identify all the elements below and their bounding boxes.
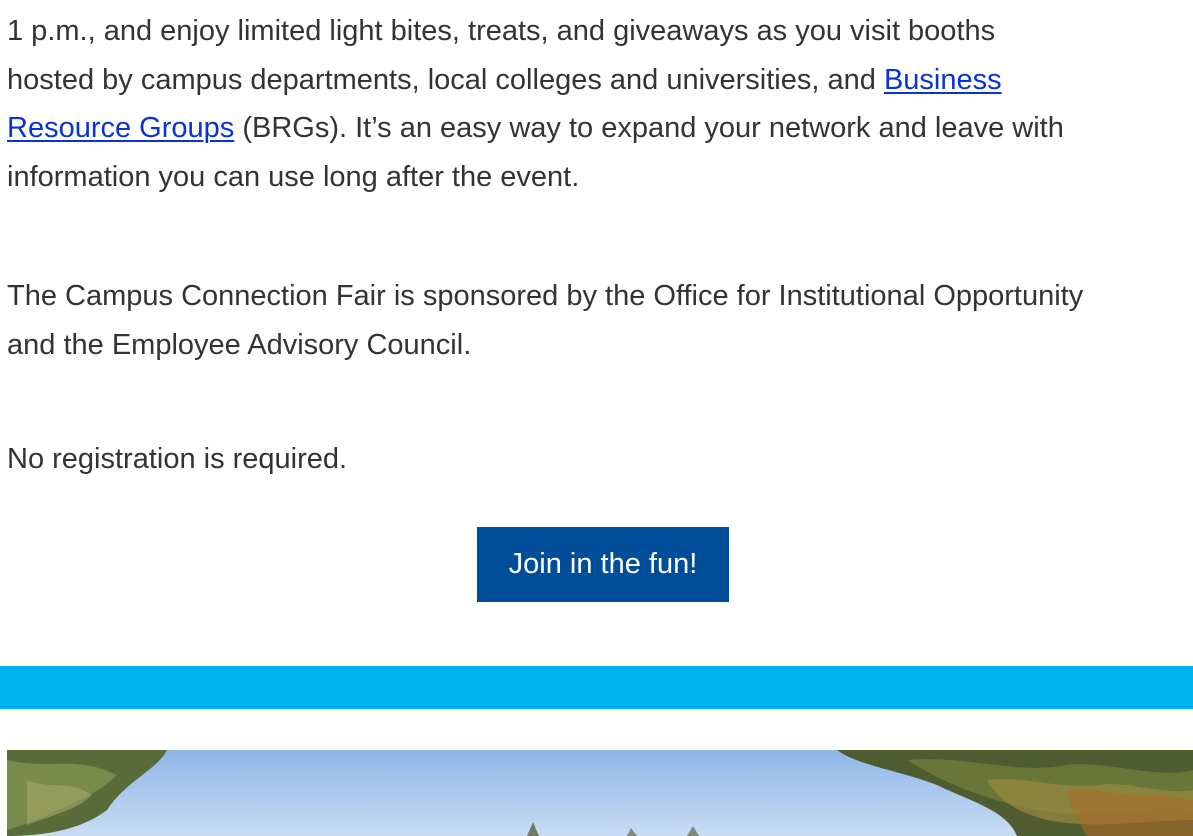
event-details-line-3: (BRGs). It’s an easy way to expand your … <box>234 112 1064 144</box>
event-details-line-4: information you can use long after the e… <box>7 160 580 193</box>
registration-note: No registration is required. <box>7 443 348 475</box>
campus-photo <box>7 750 1193 836</box>
event-details-line-1: 1 p.m., and enjoy limited light bites, t… <box>7 15 996 47</box>
event-details-paragraph: 1 p.m., and enjoy limited light bites, t… <box>7 7 1193 201</box>
sponsor-paragraph: The Campus Connection Fair is sponsored … <box>7 272 1193 369</box>
campus-photo-image <box>7 750 1193 836</box>
sponsor-line-2: and the Employee Advisory Council. <box>7 328 472 361</box>
section-divider-bar <box>0 666 1193 709</box>
event-details-line-2: hosted by campus departments, local coll… <box>7 63 884 96</box>
join-in-the-fun-button[interactable]: Join in the fun! <box>477 527 729 602</box>
sponsor-line-1: The Campus Connection Fair is sponsored … <box>7 280 1084 312</box>
